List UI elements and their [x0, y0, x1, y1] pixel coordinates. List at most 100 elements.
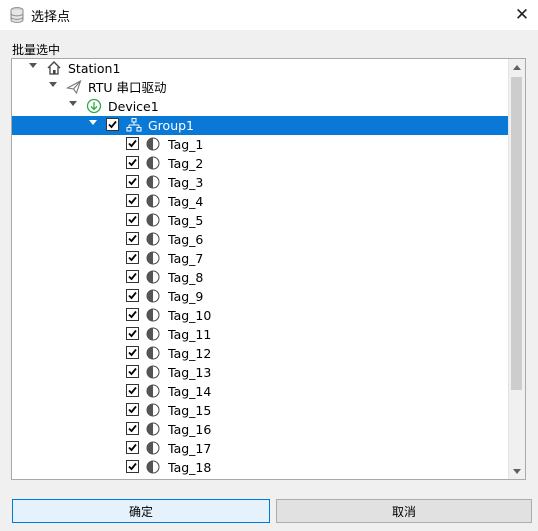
- vertical-scrollbar[interactable]: [508, 59, 525, 479]
- tree-label-tag: Tag_7: [168, 251, 204, 266]
- tree-label-tag: Tag_5: [168, 213, 204, 228]
- expand-arrow-icon[interactable]: [29, 63, 37, 68]
- scroll-up-arrow-icon: [513, 64, 521, 70]
- tree-label-tag: Tag_8: [168, 270, 204, 285]
- tree-node-station[interactable]: Station1: [12, 59, 508, 78]
- check-icon: [128, 291, 137, 300]
- tag-checkbox[interactable]: [126, 460, 139, 473]
- tree-node-tag[interactable]: Tag_17: [12, 439, 508, 458]
- tag-checkbox[interactable]: [126, 137, 139, 150]
- tag-checkbox[interactable]: [126, 251, 139, 264]
- tree-label-tag: Tag_6: [168, 232, 204, 247]
- check-icon: [108, 120, 117, 129]
- tree-node-tag[interactable]: Tag_5: [12, 211, 508, 230]
- expand-arrow-icon[interactable]: [49, 82, 57, 87]
- half-circle-icon: [146, 327, 160, 341]
- tag-checkbox[interactable]: [126, 327, 139, 340]
- window-title: 选择点: [31, 10, 71, 25]
- tag-checkbox[interactable]: [126, 346, 139, 359]
- check-icon: [128, 196, 137, 205]
- tree-node-tag[interactable]: Tag_2: [12, 154, 508, 173]
- point-tree[interactable]: Station1 RTU 串口驱动 Device1 Group1 Tag_1 T…: [11, 58, 526, 480]
- tag-checkbox[interactable]: [126, 270, 139, 283]
- tag-checkbox[interactable]: [126, 213, 139, 226]
- tree-node-tag[interactable]: Tag_9: [12, 287, 508, 306]
- check-icon: [128, 348, 137, 357]
- tree-label-station: Station1: [68, 61, 121, 76]
- tree-label-tag: Tag_13: [168, 365, 212, 380]
- tree-label-tag: Tag_16: [168, 422, 212, 437]
- tree-node-tag[interactable]: Tag_10: [12, 306, 508, 325]
- batch-select-label: 批量选中: [12, 43, 61, 57]
- half-circle-icon: [146, 213, 160, 227]
- tag-checkbox[interactable]: [126, 441, 139, 454]
- tree-label-tag: Tag_15: [168, 403, 212, 418]
- check-icon: [128, 177, 137, 186]
- group-checkbox[interactable]: [106, 118, 119, 131]
- check-icon: [128, 405, 137, 414]
- network-icon: [126, 118, 142, 132]
- tag-checkbox[interactable]: [126, 194, 139, 207]
- tree-node-tag[interactable]: Tag_7: [12, 249, 508, 268]
- scroll-thumb[interactable]: [511, 77, 522, 390]
- tag-checkbox[interactable]: [126, 156, 139, 169]
- scroll-down-arrow-icon: [513, 468, 521, 474]
- tree-node-tag[interactable]: Tag_13: [12, 363, 508, 382]
- tree-label-driver: RTU 串口驱动: [88, 80, 167, 95]
- tree-label-tag: Tag_9: [168, 289, 204, 304]
- tree-node-device[interactable]: Device1: [12, 97, 508, 116]
- check-icon: [128, 443, 137, 452]
- close-button[interactable]: ✕: [506, 0, 538, 30]
- tag-checkbox[interactable]: [126, 422, 139, 435]
- tree-node-tag[interactable]: Tag_16: [12, 420, 508, 439]
- close-icon: ✕: [514, 5, 530, 25]
- half-circle-icon: [146, 422, 160, 436]
- tag-checkbox[interactable]: [126, 403, 139, 416]
- tree-node-tag[interactable]: Tag_6: [12, 230, 508, 249]
- check-icon: [128, 462, 137, 471]
- tree-node-tag[interactable]: Tag_11: [12, 325, 508, 344]
- half-circle-icon: [146, 384, 160, 398]
- tree-label-tag: Tag_17: [168, 441, 212, 456]
- tree-label-tag: Tag_11: [168, 327, 212, 342]
- tag-checkbox[interactable]: [126, 175, 139, 188]
- tree-label-tag: Tag_1: [168, 137, 204, 152]
- tree-node-driver[interactable]: RTU 串口驱动: [12, 78, 508, 97]
- tag-checkbox[interactable]: [126, 308, 139, 321]
- tree-node-tag[interactable]: Tag_1: [12, 135, 508, 154]
- tree-label-tag: Tag_3: [168, 175, 204, 190]
- tree-node-tag[interactable]: Tag_8: [12, 268, 508, 287]
- scroll-down-button[interactable]: [509, 463, 525, 479]
- half-circle-icon: [146, 460, 160, 474]
- tree-node-tag[interactable]: Tag_15: [12, 401, 508, 420]
- scroll-up-button[interactable]: [509, 59, 525, 75]
- tag-checkbox[interactable]: [126, 289, 139, 302]
- download-circle-icon: [86, 98, 102, 114]
- cancel-button[interactable]: 取消: [276, 499, 532, 523]
- tree-node-tag[interactable]: Tag_18: [12, 458, 508, 477]
- half-circle-icon: [146, 308, 160, 322]
- half-circle-icon: [146, 441, 160, 455]
- check-icon: [128, 386, 137, 395]
- tree-label-tag: Tag_18: [168, 460, 212, 475]
- tag-checkbox[interactable]: [126, 365, 139, 378]
- check-icon: [128, 234, 137, 243]
- half-circle-icon: [146, 194, 160, 208]
- check-icon: [128, 310, 137, 319]
- tree-label-group: Group1: [148, 118, 195, 133]
- tag-checkbox[interactable]: [126, 384, 139, 397]
- home-icon: [47, 61, 61, 75]
- ok-button[interactable]: 确定: [12, 499, 270, 523]
- tag-checkbox[interactable]: [126, 232, 139, 245]
- tree-label-device: Device1: [108, 99, 159, 114]
- tree-node-tag[interactable]: Tag_12: [12, 344, 508, 363]
- check-icon: [128, 139, 137, 148]
- tree-node-tag[interactable]: Tag_4: [12, 192, 508, 211]
- tree-node-group[interactable]: Group1: [12, 116, 508, 135]
- expand-arrow-icon[interactable]: [89, 120, 97, 125]
- tree-node-tag[interactable]: Tag_3: [12, 173, 508, 192]
- half-circle-icon: [146, 289, 160, 303]
- half-circle-icon: [146, 175, 160, 189]
- tree-node-tag[interactable]: Tag_14: [12, 382, 508, 401]
- expand-arrow-icon[interactable]: [69, 101, 77, 106]
